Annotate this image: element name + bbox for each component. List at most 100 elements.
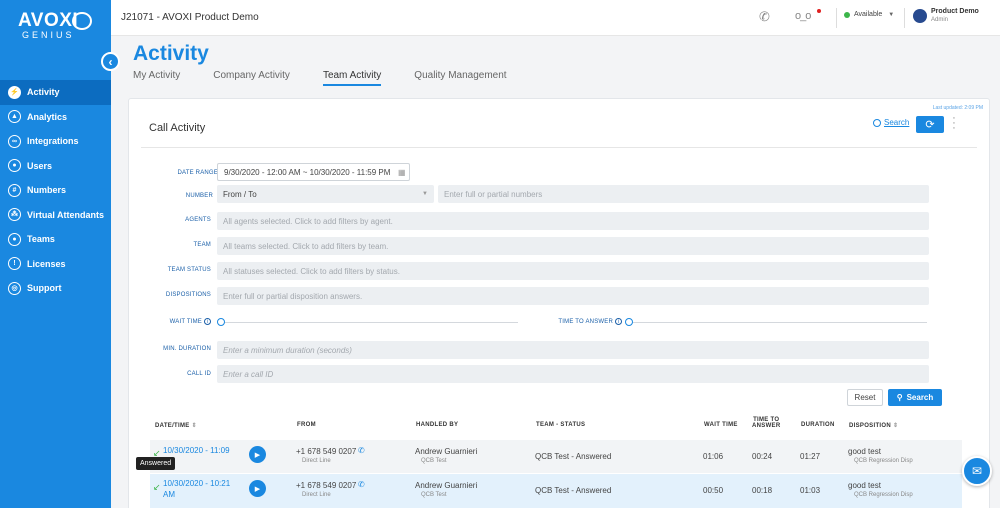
calendar-icon: ▦	[398, 167, 406, 177]
search-button[interactable]: ⚲ Search	[888, 389, 942, 406]
sidebar-item-label: Virtual Attendants	[27, 209, 105, 220]
reset-button[interactable]: Reset	[847, 389, 883, 406]
duration-value: 01:27	[800, 452, 821, 461]
agent-team: QCB Test	[421, 458, 447, 464]
header-text: DISPOSITION	[849, 423, 891, 429]
sidebar-item-label: Analytics	[27, 111, 68, 122]
logo-text: AVOXI	[18, 10, 79, 31]
chevron-down-icon: ▼	[422, 191, 428, 197]
chevron-left-icon: ‹	[108, 54, 113, 69]
support-icon: ◎	[8, 281, 21, 295]
number-input[interactable]: Enter full or partial numbers	[438, 185, 929, 203]
sidebar-item-analytics[interactable]: ▲ Analytics	[0, 105, 111, 130]
min-duration-input[interactable]: Enter a minimum duration (seconds)	[217, 341, 929, 359]
collapse-sidebar-button[interactable]: ‹	[101, 52, 120, 71]
number-direction-select[interactable]: From / To ▼	[217, 185, 434, 203]
sidebar-item-licenses[interactable]: ! Licenses	[0, 252, 111, 277]
sidebar-item-virtual-attendants[interactable]: ⁂ Virtual Attendants	[0, 203, 111, 228]
call-icon[interactable]: ✆	[358, 446, 365, 455]
search-link-label: Search	[884, 118, 910, 127]
logo-bubble-icon	[72, 12, 92, 30]
disposition-value: good test	[848, 481, 881, 490]
play-recording-button[interactable]: ▶	[249, 480, 266, 497]
from-number: +1 678 549 0207	[296, 447, 357, 456]
call-datetime-link[interactable]: 10/30/2020 - 11:09	[163, 446, 230, 455]
info-icon[interactable]: i	[615, 318, 622, 325]
wait-time-slider-handle[interactable]	[217, 318, 225, 326]
tab-my-activity[interactable]: My Activity	[133, 70, 180, 86]
sidebar-item-users[interactable]: ● Users	[0, 154, 111, 179]
column-header-duration: DURATION	[801, 422, 835, 428]
call-datetime-link[interactable]: 10/30/2020 - 10:21	[163, 479, 230, 488]
team-icon: ●	[8, 232, 21, 246]
call-id-input[interactable]: Enter a call ID	[217, 365, 929, 383]
from-line-type: Direct Line	[302, 492, 331, 498]
avoxi-logo[interactable]: AVOXI GENIUS	[18, 10, 98, 44]
time-to-answer-slider-handle[interactable]	[625, 318, 633, 326]
min-duration-label: MIN. DURATION	[163, 346, 211, 352]
search-toggle-link[interactable]: Search	[873, 118, 909, 127]
dispositions-filter-input[interactable]: Enter full or partial disposition answer…	[217, 287, 929, 305]
chat-support-button[interactable]: ✉	[962, 456, 992, 486]
phone-icon[interactable]: ✆	[759, 9, 777, 25]
info-icon[interactable]: i	[204, 318, 211, 325]
tab-quality-management[interactable]: Quality Management	[414, 70, 506, 86]
table-row[interactable]: ↙ 10/30/2020 - 11:09 ▶ +1 678 549 0207 ✆…	[150, 440, 962, 473]
wait-time-value: 00:50	[703, 486, 724, 495]
header-text: DATE/TIME	[155, 423, 190, 429]
call-icon[interactable]: ✆	[358, 480, 365, 489]
time-to-answer-slider-track[interactable]	[629, 322, 927, 323]
sidebar-item-label: Activity	[27, 87, 60, 98]
search-icon: ⚲	[896, 393, 903, 402]
sidebar: AVOXI GENIUS ⚡ Activity ▲ Analytics ∞ In…	[0, 0, 111, 508]
dispositions-label: DISPOSITIONS	[165, 292, 211, 298]
label-text: WAIT TIME	[169, 319, 202, 325]
status-dropdown[interactable]: Available ▼	[844, 11, 894, 18]
sidebar-item-label: Numbers	[27, 185, 67, 196]
tab-company-activity[interactable]: Company Activity	[213, 70, 290, 86]
notification-dot-icon	[817, 9, 821, 13]
bolt-icon: ⚡	[8, 85, 21, 99]
sort-icon: ⇕	[892, 423, 899, 429]
label-text: DATE RANGE	[177, 170, 218, 176]
team-label: TEAM	[193, 242, 211, 248]
call-datetime-link-line2[interactable]: AM	[163, 490, 175, 499]
wait-time-value: 01:06	[703, 452, 724, 461]
sidebar-item-label: Integrations	[27, 136, 79, 147]
column-header-datetime[interactable]: DATE/TIME ⇕	[155, 422, 197, 429]
column-header-disposition[interactable]: DISPOSITION ⇕	[849, 422, 898, 429]
sidebar-item-teams[interactable]: ● Teams	[0, 227, 111, 252]
column-header-team-status: TEAM - STATUS	[536, 422, 586, 428]
team-filter-input[interactable]: All teams selected. Click to add filters…	[217, 237, 929, 255]
table-row[interactable]: ↙ 10/30/2020 - 10:21 AM ▶ +1 678 549 020…	[150, 474, 962, 508]
chevron-down-icon: ▼	[888, 11, 895, 18]
sidebar-item-numbers[interactable]: # Numbers	[0, 178, 111, 203]
sidebar-item-label: Support	[27, 283, 62, 294]
play-icon: ▶	[254, 485, 261, 493]
more-options-icon[interactable]: · · ·	[951, 113, 957, 134]
column-header-from: FROM	[297, 422, 316, 428]
date-range-picker[interactable]: 9/30/2020 - 12:00 AM ~ 10/30/2020 - 11:5…	[217, 163, 410, 181]
number-select-value: From / To	[223, 189, 257, 199]
divider	[836, 8, 837, 28]
team-status-filter-input[interactable]: All statuses selected. Click to add filt…	[217, 262, 929, 280]
logo-subtext: GENIUS	[22, 30, 75, 40]
play-icon: ▶	[254, 451, 261, 459]
voicemail-icon[interactable]: o_o	[795, 10, 811, 22]
tab-team-activity[interactable]: Team Activity	[322, 70, 382, 86]
sidebar-item-activity[interactable]: ⚡ Activity	[0, 80, 111, 105]
user-name[interactable]: Product Demo	[931, 8, 979, 15]
sidebar-item-label: Users	[27, 160, 53, 171]
wait-time-slider-track[interactable]	[221, 322, 518, 323]
team-status-label: TEAM STATUS	[167, 267, 211, 273]
sidebar-item-support[interactable]: ◎ Support	[0, 276, 111, 301]
team-status-value: QCB Test - Answered	[535, 486, 612, 495]
play-recording-button[interactable]: ▶	[249, 446, 266, 463]
sidebar-item-integrations[interactable]: ∞ Integrations	[0, 129, 111, 154]
inbound-call-icon: ↙	[153, 482, 161, 492]
refresh-button[interactable]: ⟳	[916, 116, 944, 133]
agents-filter-input[interactable]: All agents selected. Click to add filter…	[217, 212, 929, 230]
time-to-answer-value: 00:24	[752, 452, 773, 461]
user-icon: ●	[8, 159, 21, 173]
avatar[interactable]	[913, 9, 927, 23]
